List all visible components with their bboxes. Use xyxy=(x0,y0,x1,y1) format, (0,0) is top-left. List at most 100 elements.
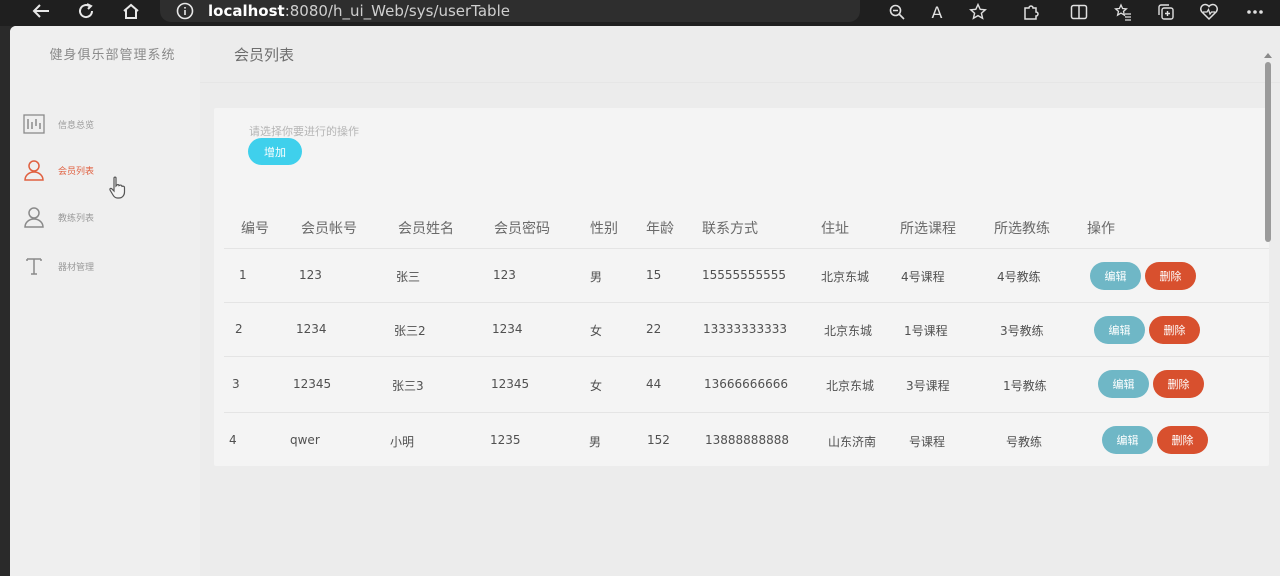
cell-name: 小明 xyxy=(390,435,415,449)
cell-password: 123 xyxy=(493,268,516,282)
cell-address: 北京东城 xyxy=(824,324,873,338)
cell-name: 张三 xyxy=(396,270,421,284)
cell-password: 12345 xyxy=(491,377,530,391)
sidebar-item-label: 器材管理 xyxy=(58,262,95,273)
delete-button[interactable]: 删除 xyxy=(1157,426,1208,454)
cell-coach: 1号教练 xyxy=(1003,379,1047,393)
zoom-out-icon[interactable] xyxy=(886,2,908,22)
site-info-icon[interactable] xyxy=(176,2,194,20)
cell-account: 12345 xyxy=(293,377,332,391)
browser-toolbar: localhost:8080/h_ui_Web/sys/userTable A xyxy=(0,0,1280,26)
cell-account: 123 xyxy=(299,268,322,282)
mouse-cursor-icon xyxy=(108,176,126,204)
header-name: 会员姓名 xyxy=(398,221,454,237)
cell-course: 3号课程 xyxy=(906,379,950,393)
read-aloud-label: A xyxy=(931,2,943,22)
url-host: localhost xyxy=(208,2,285,20)
cell-account: 1234 xyxy=(296,322,327,336)
cell-gender: 男 xyxy=(590,270,603,284)
favorite-star-icon[interactable] xyxy=(967,2,989,22)
header-password: 会员密码 xyxy=(494,221,550,237)
header-phone: 联系方式 xyxy=(702,221,758,237)
cell-phone: 15555555555 xyxy=(702,268,786,282)
cell-gender: 女 xyxy=(590,324,603,338)
add-member-button[interactable]: 增加 xyxy=(248,138,302,165)
cell-age: 152 xyxy=(647,433,670,447)
text-icon xyxy=(22,254,46,278)
extensions-icon[interactable] xyxy=(1020,2,1042,22)
cell-account: qwer xyxy=(290,433,320,447)
sidebar-item-label: 信息总览 xyxy=(58,120,95,131)
sidebar: 健身俱乐部管理系统 信息总览 会员列表 教练列表 器材管理 xyxy=(10,26,200,576)
user-icon xyxy=(22,158,46,182)
sidebar-item-equipment[interactable]: 器材管理 xyxy=(22,252,94,280)
cell-id: 4 xyxy=(229,433,237,447)
header-gender: 性别 xyxy=(590,221,618,237)
header-age: 年龄 xyxy=(646,221,674,237)
header-account: 会员帐号 xyxy=(301,221,357,237)
sidebar-item-label: 教练列表 xyxy=(58,213,95,224)
delete-button[interactable]: 删除 xyxy=(1153,370,1204,398)
header-address: 住址 xyxy=(821,221,849,237)
cell-address: 山东济南 xyxy=(828,435,877,449)
header-actions: 操作 xyxy=(1087,221,1115,237)
url-path: :8080/h_ui_Web/sys/userTable xyxy=(284,2,510,20)
address-bar[interactable]: localhost:8080/h_ui_Web/sys/userTable xyxy=(160,0,860,22)
home-icon[interactable] xyxy=(118,0,144,22)
cell-course: 1号课程 xyxy=(904,324,948,338)
cell-age: 22 xyxy=(646,322,662,336)
edit-button[interactable]: 编辑 xyxy=(1098,370,1149,398)
more-menu-icon[interactable] xyxy=(1244,2,1266,22)
cell-phone: 13666666666 xyxy=(704,377,788,391)
edit-button[interactable]: 编辑 xyxy=(1090,262,1141,290)
dashboard-icon xyxy=(22,112,46,136)
cell-name: 张三3 xyxy=(392,379,424,393)
header-id: 编号 xyxy=(241,221,269,237)
member-table-panel: 请选择你要进行的操作 增加 编号 会员帐号 会员姓名 会员密码 性别 年龄 联系… xyxy=(214,108,1269,466)
sidebar-item-label: 会员列表 xyxy=(58,166,95,177)
cell-age: 44 xyxy=(646,377,662,391)
cell-id: 1 xyxy=(239,268,247,282)
sidebar-item-coaches[interactable]: 教练列表 xyxy=(22,203,94,231)
browser-essentials-icon[interactable] xyxy=(1198,2,1220,22)
edit-button[interactable]: 编辑 xyxy=(1102,426,1153,454)
cell-age: 15 xyxy=(646,268,662,282)
cell-address: 北京东城 xyxy=(826,379,875,393)
user-icon xyxy=(22,205,46,229)
sidebar-item-overview[interactable]: 信息总览 xyxy=(22,110,94,138)
collections-icon[interactable] xyxy=(1155,2,1177,22)
cell-password: 1235 xyxy=(490,433,521,447)
delete-button[interactable]: 删除 xyxy=(1145,262,1196,290)
back-icon[interactable] xyxy=(28,0,54,22)
cell-id: 2 xyxy=(235,322,243,336)
split-screen-icon[interactable] xyxy=(1068,2,1090,22)
cell-course: 号课程 xyxy=(909,435,946,449)
vertical-scrollbar[interactable] xyxy=(1263,46,1273,566)
divider xyxy=(224,248,1269,249)
cell-address: 北京东城 xyxy=(821,270,870,284)
cell-phone: 13888888888 xyxy=(705,433,789,447)
scroll-up-icon[interactable] xyxy=(1263,51,1273,61)
cell-id: 3 xyxy=(232,377,240,391)
refresh-icon[interactable] xyxy=(73,0,99,22)
brand-title: 健身俱乐部管理系统 xyxy=(49,48,176,63)
favorites-icon[interactable] xyxy=(1112,2,1134,22)
edit-button[interactable]: 编辑 xyxy=(1094,316,1145,344)
divider xyxy=(224,356,1269,357)
scrollbar-thumb[interactable] xyxy=(1265,62,1271,242)
action-hint: 请选择你要进行的操作 xyxy=(249,125,359,138)
cell-gender: 女 xyxy=(590,379,603,393)
cell-phone: 13333333333 xyxy=(703,322,787,336)
web-page: 健身俱乐部管理系统 信息总览 会员列表 教练列表 器材管理 会员列表 请选择你要… xyxy=(10,26,1280,576)
header-coach: 所选教练 xyxy=(994,221,1050,237)
delete-button[interactable]: 删除 xyxy=(1149,316,1200,344)
sidebar-item-members[interactable]: 会员列表 xyxy=(22,156,94,184)
divider xyxy=(200,82,1280,83)
cell-course: 4号课程 xyxy=(901,270,945,284)
page-title: 会员列表 xyxy=(234,46,295,64)
read-aloud-icon[interactable]: A xyxy=(926,2,948,22)
cell-coach: 号教练 xyxy=(1006,435,1043,449)
divider xyxy=(224,412,1269,413)
cell-coach: 3号教练 xyxy=(1000,324,1044,338)
cell-password: 1234 xyxy=(492,322,523,336)
